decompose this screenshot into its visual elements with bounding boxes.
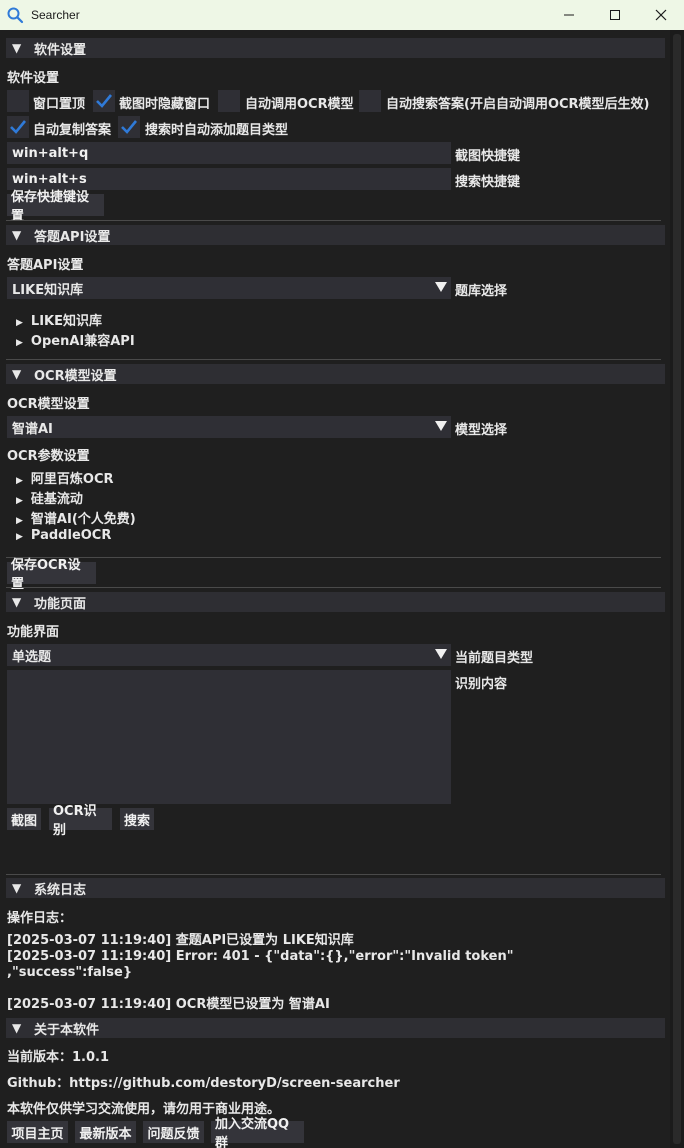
checkbox-hide-on-capture[interactable] <box>93 90 115 112</box>
section-header-about[interactable]: ▼ 关于本软件 <box>6 1018 665 1038</box>
close-icon <box>655 9 667 21</box>
close-button[interactable] <box>638 0 684 30</box>
ocr-model-select[interactable]: 智谱AI <box>7 416 451 438</box>
search-icon <box>7 7 24 24</box>
section-header-ocr[interactable]: ▼ OCR模型设置 <box>6 364 665 384</box>
collapse-arrow-icon: ▼ <box>12 367 22 381</box>
section-title: 答题API设置 <box>34 229 111 245</box>
capture-hotkey-input[interactable]: win+alt+q <box>7 142 451 164</box>
question-bank-label: 题库选择 <box>455 284 508 299</box>
save-hotkey-button[interactable]: 保存快捷键设置 <box>7 190 104 224</box>
software-settings-label: 软件设置 <box>7 71 60 86</box>
maximize-icon <box>610 10 620 20</box>
section-header-software[interactable]: ▼ 软件设置 <box>6 38 665 58</box>
search-button[interactable]: 搜索 <box>120 808 154 830</box>
log-entry: [2025-03-07 11:19:40] OCR模型已设置为 智谱AI <box>7 997 330 1012</box>
checkmark-icon <box>10 120 27 134</box>
section-header-function[interactable]: ▼ 功能页面 <box>6 592 665 612</box>
minimize-button[interactable] <box>546 0 592 30</box>
checkbox-label[interactable]: 自动调用OCR模型 <box>245 93 354 112</box>
feedback-button[interactable]: 问题反馈 <box>143 1121 204 1143</box>
checkbox-auto-copy[interactable] <box>7 116 29 138</box>
ocr-settings-label: OCR模型设置 <box>7 397 90 412</box>
section-header-api[interactable]: ▼ 答题API设置 <box>6 225 665 245</box>
tree-item-like[interactable]: ▶ LIKE知识库 <box>16 310 102 329</box>
log-entry: [2025-03-07 11:19:40] 查题API已设置为 LIKE知识库 <box>7 933 354 948</box>
version-text: 当前版本：1.0.1 <box>7 1050 110 1065</box>
capture-hotkey-label: 截图快捷键 <box>455 149 521 164</box>
checkbox-label[interactable]: 窗口置顶 <box>33 93 85 112</box>
section-title: 系统日志 <box>34 882 87 898</box>
chevron-down-icon <box>435 421 447 431</box>
chevron-down-icon <box>435 282 447 292</box>
collapse-arrow-icon: ▼ <box>12 41 22 55</box>
latest-version-button[interactable]: 最新版本 <box>75 1121 136 1143</box>
scrollbar-track[interactable] <box>673 34 681 1144</box>
select-value: 智谱AI <box>12 421 53 437</box>
expand-arrow-icon: ▶ <box>16 532 23 542</box>
collapse-arrow-icon: ▼ <box>12 595 22 609</box>
divider <box>6 587 661 588</box>
select-value: LIKE知识库 <box>12 282 84 298</box>
minimize-icon <box>564 14 574 16</box>
checkbox-auto-search[interactable] <box>359 90 381 112</box>
collapse-arrow-icon: ▼ <box>12 228 22 242</box>
checkmark-icon <box>121 120 138 134</box>
expand-arrow-icon: ▶ <box>16 496 23 506</box>
vertical-scrollbar[interactable] <box>670 30 684 1148</box>
collapse-arrow-icon: ▼ <box>12 1021 22 1035</box>
tree-item-zhipu[interactable]: ▶ 智谱AI(个人免费) <box>16 508 136 527</box>
ocr-params-label: OCR参数设置 <box>7 449 90 464</box>
capture-button[interactable]: 截图 <box>7 808 41 830</box>
expand-arrow-icon: ▶ <box>16 476 23 486</box>
section-title: OCR模型设置 <box>34 368 117 384</box>
select-value: 单选题 <box>12 649 52 665</box>
tree-item-openai[interactable]: ▶ OpenAI兼容API <box>16 330 135 349</box>
expand-arrow-icon: ▶ <box>16 516 23 526</box>
tree-item-paddleocr[interactable]: ▶ PaddleOCR <box>16 528 111 543</box>
section-title: 功能页面 <box>34 596 87 612</box>
checkbox-add-question-type[interactable] <box>118 116 140 138</box>
project-home-button[interactable]: 项目主页 <box>7 1121 68 1143</box>
collapse-arrow-icon: ▼ <box>12 881 22 895</box>
save-ocr-button[interactable]: 保存OCR设置 <box>7 558 96 592</box>
question-bank-select[interactable]: LIKE知识库 <box>7 277 451 299</box>
checkbox-label[interactable]: 自动搜索答案(开启自动调用OCR模型后生效) <box>386 93 650 112</box>
checkbox-auto-ocr[interactable] <box>218 90 240 112</box>
section-title: 软件设置 <box>34 42 87 58</box>
section-header-log[interactable]: ▼ 系统日志 <box>6 878 665 898</box>
checkbox-label[interactable]: 自动复制答案 <box>33 119 111 138</box>
expand-arrow-icon: ▶ <box>16 338 23 348</box>
question-type-select[interactable]: 单选题 <box>7 644 451 666</box>
ocr-button[interactable]: OCR识别 <box>49 804 112 838</box>
tree-item-aliyun[interactable]: ▶ 阿里百炼OCR <box>16 468 114 487</box>
search-hotkey-label: 搜索快捷键 <box>455 175 521 190</box>
ocr-model-label: 模型选择 <box>455 423 508 438</box>
expand-arrow-icon: ▶ <box>16 318 23 328</box>
question-type-label: 当前题目类型 <box>455 651 534 666</box>
title-bar: Searcher <box>0 0 684 30</box>
function-label: 功能界面 <box>7 625 60 640</box>
github-link[interactable]: Github：https://github.com/destoryD/scree… <box>7 1072 400 1091</box>
checkbox-label[interactable]: 截图时隐藏窗口 <box>119 93 210 112</box>
divider <box>6 359 661 360</box>
divider <box>6 874 661 875</box>
checkmark-icon <box>96 94 113 108</box>
api-settings-label: 答题API设置 <box>7 258 84 273</box>
chevron-down-icon <box>435 649 447 659</box>
checkbox-always-on-top[interactable] <box>7 90 29 112</box>
section-title: 关于本软件 <box>34 1022 100 1038</box>
maximize-button[interactable] <box>592 0 638 30</box>
join-qq-group-button[interactable]: 加入交流QQ群 <box>211 1117 304 1148</box>
window-title: Searcher <box>31 8 80 22</box>
log-label: 操作日志： <box>7 911 73 926</box>
recognized-content-label: 识别内容 <box>455 677 508 692</box>
checkbox-label[interactable]: 搜索时自动添加题目类型 <box>145 119 288 138</box>
log-entry: ,"success":false} <box>7 965 133 980</box>
log-entry: [2025-03-07 11:19:40] Error: 401 - {"dat… <box>7 949 514 964</box>
tree-item-siliconflow[interactable]: ▶ 硅基流动 <box>16 488 83 507</box>
divider <box>6 557 661 558</box>
recognized-content-textarea[interactable] <box>7 670 451 804</box>
divider <box>6 220 661 221</box>
